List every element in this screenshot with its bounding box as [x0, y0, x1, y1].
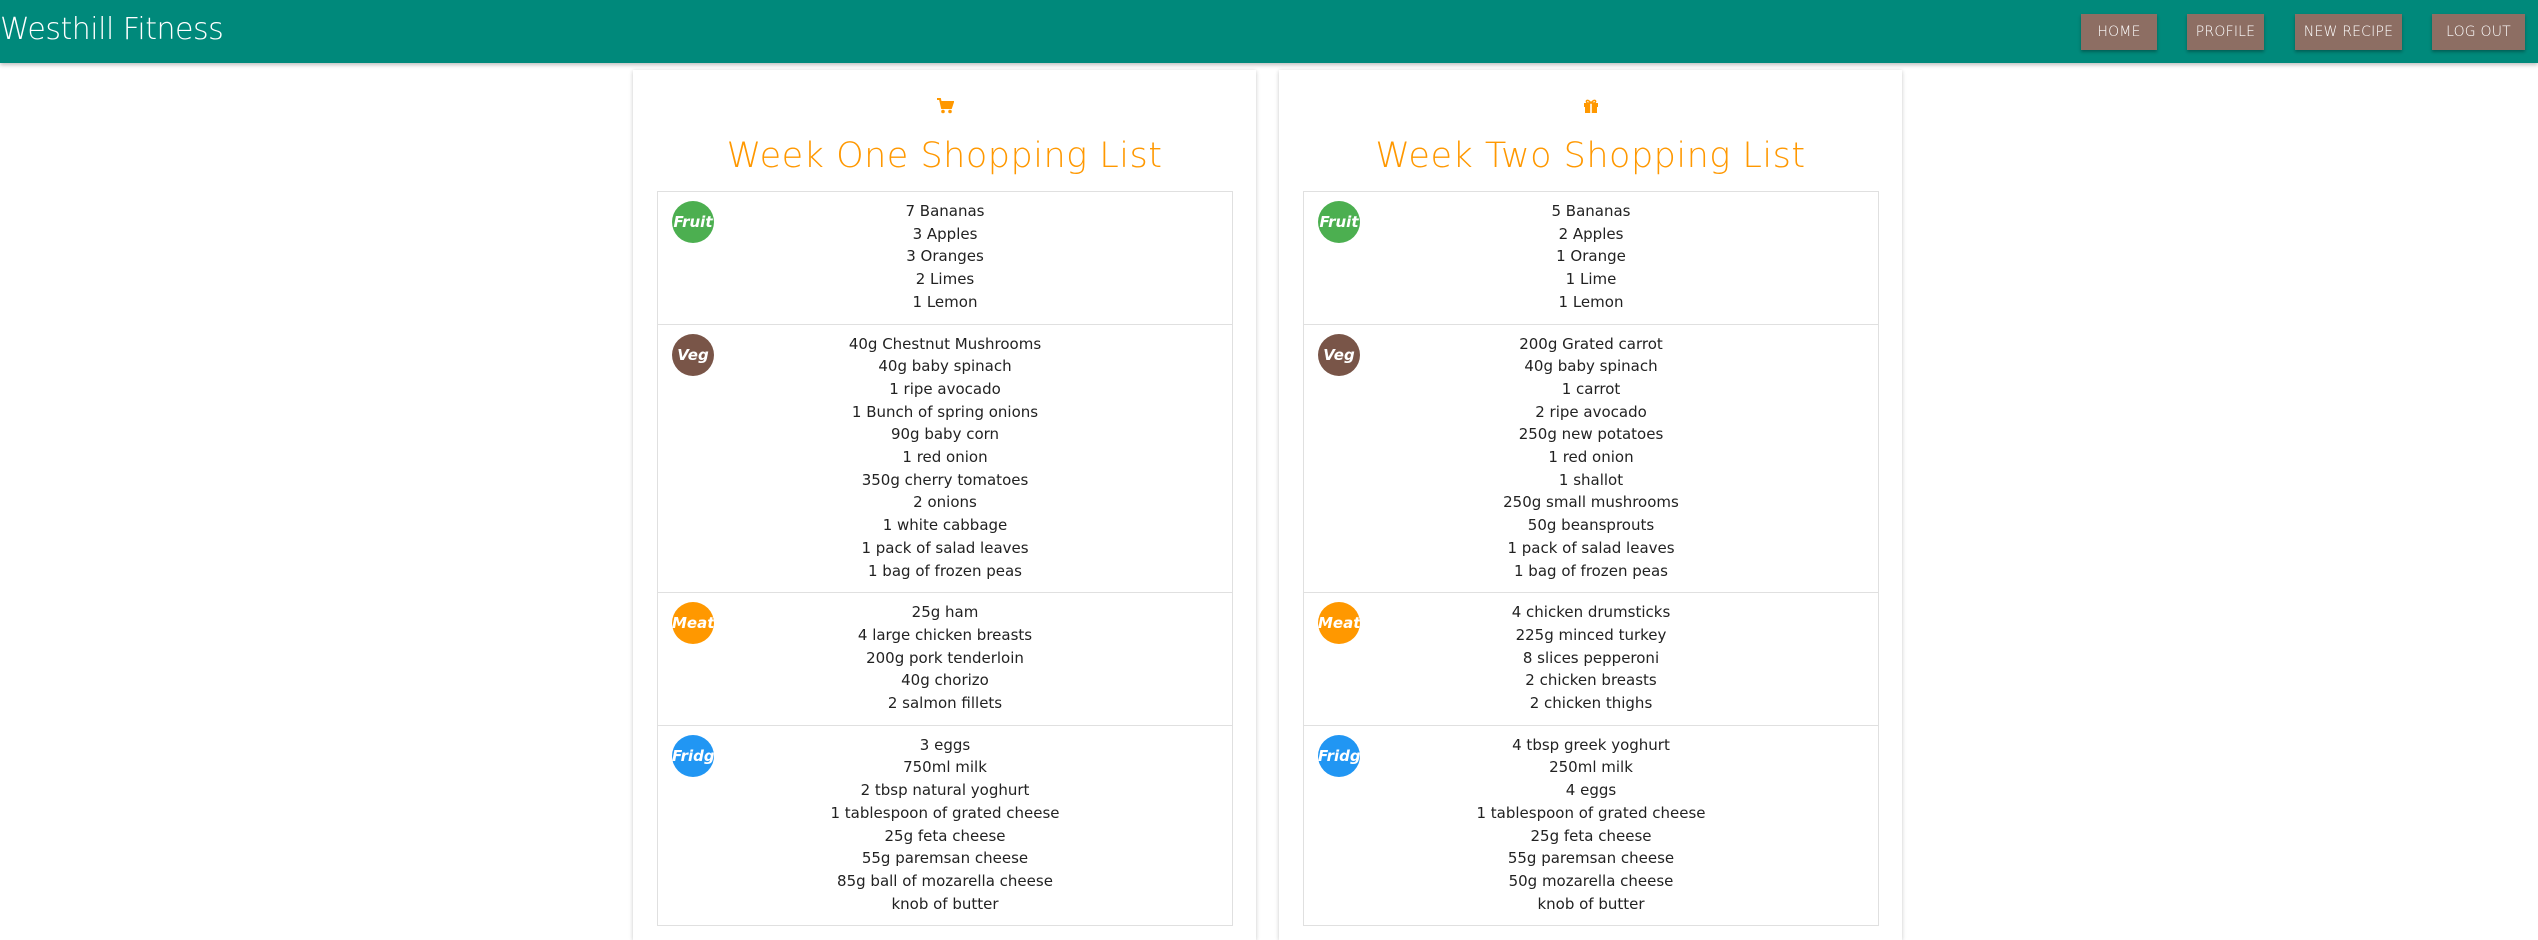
shopping-items: 4 chicken drumsticks 225g minced turkey 8 …	[1304, 601, 1878, 715]
week-one-list: Fruit 7 Bananas 3 Apples 3 Oranges 2 Limes 1…	[657, 191, 1233, 927]
week-one-card: Week One Shopping List Fruit 7 Bananas 3 …	[633, 70, 1256, 940]
list-section-meat: Meat 25g ham 4 large chicken breasts 200g …	[658, 593, 1232, 726]
list-item: 3 Oranges	[906, 247, 984, 266]
week-two-title: Week Two Shopping List	[1375, 136, 1806, 176]
list-item: 1 Orange	[1556, 247, 1626, 266]
list-item: 1 pack of salad leaves	[1507, 538, 1675, 557]
fridge-badge: Fridge	[1318, 734, 1360, 777]
shopping-items: 25g ham 4 large chicken breasts 200g pork …	[658, 601, 1232, 715]
list-item: 8 slices pepperoni	[1522, 648, 1660, 667]
list-item: 1 pack of salad leaves	[861, 538, 1029, 557]
shopping-cart-icon	[633, 98, 1256, 119]
list-item: 1 Lemon	[1558, 292, 1624, 311]
list-item: 3 Apples	[912, 224, 978, 243]
list-item: 4 tbsp greek yoghurt	[1512, 735, 1670, 754]
gift-icon	[1279, 98, 1902, 119]
nav-home-button[interactable]: HOME	[2081, 14, 2157, 50]
list-item: 1 red onion	[1548, 448, 1634, 467]
list-item: 225g minced turkey	[1515, 625, 1667, 644]
list-item: 1 tablespoon of grated cheese	[1476, 803, 1706, 822]
list-item: 1 ripe avocado	[889, 379, 1001, 398]
list-item: 4 eggs	[1565, 781, 1617, 800]
nav-logout-button[interactable]: LOG OUT	[2432, 14, 2525, 50]
list-item: 250g new potatoes	[1518, 425, 1664, 444]
list-item: 40g baby spinach	[878, 357, 1012, 376]
list-item: 2 Apples	[1558, 224, 1624, 243]
list-item: 250g small mushrooms	[1503, 493, 1679, 512]
list-item: 1 bag of frozen peas	[868, 561, 1022, 580]
list-item: 1 carrot	[1561, 379, 1621, 398]
list-item: 50g mozarella cheese	[1508, 871, 1674, 890]
list-item: 1 Lemon	[912, 292, 978, 311]
list-section-fruit: Fruit 7 Bananas 3 Apples 3 Oranges 2 Limes 1…	[658, 192, 1232, 325]
list-item: 3 eggs	[919, 735, 971, 754]
week-one-title: Week One Shopping List	[726, 136, 1163, 176]
list-section-meat: Meat 4 chicken drumsticks 225g minced tur…	[1304, 593, 1878, 726]
list-item: knob of butter	[1537, 894, 1645, 913]
list-item: 55g paremsan cheese	[1507, 849, 1675, 868]
shopping-items: 4 tbsp greek yoghurt 250ml milk 4 eggs 1 ta…	[1304, 734, 1878, 916]
list-item: 1 tablespoon of grated cheese	[830, 803, 1060, 822]
list-item: 50g beansprouts	[1527, 516, 1655, 535]
list-item: 1 shallot	[1558, 470, 1624, 489]
nav-profile-button[interactable]: PROFILE	[2187, 14, 2264, 50]
list-item: 25g ham	[911, 603, 979, 622]
list-item: 85g ball of mozarella cheese	[837, 871, 1053, 890]
top-navbar: Westhill Fitness HOME PROFILE NEW RECIPE…	[0, 0, 2538, 63]
list-item: 2 chicken thighs	[1529, 694, 1653, 713]
list-item: 1 bag of frozen peas	[1514, 561, 1668, 580]
list-item: 2 ripe avocado	[1535, 402, 1647, 421]
list-item: 2 onions	[913, 493, 977, 512]
list-item: 40g chorizo	[901, 671, 989, 690]
fridge-badge: Fridge	[672, 734, 714, 777]
list-section-fridge: Fridge 3 eggs 750ml milk 2 tbsp natural yo…	[658, 726, 1232, 927]
list-item: 5 Bananas	[1551, 202, 1631, 220]
meat-badge: Meat	[672, 602, 714, 645]
list-item: 1 white cabbage	[882, 516, 1008, 535]
fruit-badge: Fruit	[672, 201, 714, 243]
nav-new-recipe-button[interactable]: NEW RECIPE	[2295, 14, 2402, 50]
list-item: 2 salmon fillets	[887, 694, 1003, 713]
list-section-fridge: Fridge 4 tbsp greek yoghurt 250ml milk 4 e…	[1304, 726, 1878, 927]
shopping-items: 200g Grated carrot 40g baby spinach 1 carr…	[1304, 333, 1878, 583]
veg-badge: Veg	[1318, 333, 1360, 376]
shopping-items: 5 Bananas 2 Apples 1 Orange 1 Lime 1 Lemon	[1304, 200, 1878, 314]
week-two-list: Fruit 5 Bananas 2 Apples 1 Orange 1 Lime 1 L…	[1303, 191, 1879, 927]
list-item: 90g baby corn	[890, 425, 1000, 444]
list-item: 200g Grated carrot	[1519, 334, 1663, 353]
list-item: 55g paremsan cheese	[861, 849, 1029, 868]
week-two-card: Week Two Shopping List Fruit 5 Bananas 2 …	[1279, 70, 1902, 940]
brand-logo[interactable]: Westhill Fitness	[0, 12, 224, 47]
list-item: 2 chicken breasts	[1525, 671, 1657, 690]
fruit-badge: Fruit	[1318, 201, 1360, 243]
shopping-items: 3 eggs 750ml milk 2 tbsp natural yoghurt 1 …	[658, 734, 1232, 916]
list-item: 7 Bananas	[905, 202, 985, 220]
shopping-items: 40g Chestnut Mushrooms 40g baby spinach 1 …	[658, 333, 1232, 583]
veg-badge: Veg	[672, 333, 714, 376]
list-item: 1 red onion	[902, 448, 988, 467]
list-item: 750ml milk	[903, 758, 987, 777]
list-item: 2 tbsp natural yoghurt	[860, 781, 1030, 800]
list-item: 40g baby spinach	[1524, 357, 1658, 376]
list-item: 200g pork tenderloin	[866, 648, 1024, 667]
list-item: 250ml milk	[1549, 758, 1633, 777]
meat-badge: Meat	[1318, 602, 1360, 645]
list-item: 1 Lime	[1565, 270, 1617, 289]
list-item: 25g feta cheese	[884, 826, 1006, 845]
list-item: 1 Bunch of spring onions	[851, 402, 1039, 421]
list-item: 4 large chicken breasts	[857, 625, 1033, 644]
list-section-veg: Veg 200g Grated carrot 40g baby spinach 1 …	[1304, 325, 1878, 594]
list-item: 2 Limes	[915, 270, 975, 289]
list-item: 25g feta cheese	[1530, 826, 1652, 845]
list-section-veg: Veg 40g Chestnut Mushrooms 40g baby spina…	[658, 325, 1232, 594]
list-item: 40g Chestnut Mushrooms	[848, 334, 1042, 353]
list-item: knob of butter	[891, 894, 999, 913]
list-item: 4 chicken drumsticks	[1511, 603, 1671, 622]
list-item: 350g cherry tomatoes	[861, 470, 1029, 489]
shopping-items: 7 Bananas 3 Apples 3 Oranges 2 Limes 1 Lemon	[658, 200, 1232, 314]
list-section-fruit: Fruit 5 Bananas 2 Apples 1 Orange 1 Lime 1 L…	[1304, 192, 1878, 325]
